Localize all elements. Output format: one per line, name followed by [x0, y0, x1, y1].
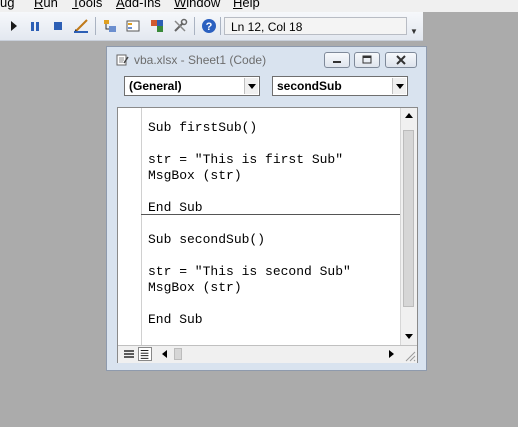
- module-icon: [116, 54, 129, 66]
- menu-bar: ug Run Tools Add-Ins Window Help: [0, 0, 518, 12]
- resize-grip-icon[interactable]: [403, 349, 416, 362]
- margin-indicator-bar[interactable]: [118, 108, 142, 345]
- minimize-icon: [333, 61, 341, 63]
- scroll-left-icon[interactable]: [158, 347, 172, 361]
- code-editor[interactable]: Sub firstSub() str = "This is first Sub"…: [117, 107, 418, 363]
- code-line[interactable]: Sub firstSub(): [148, 120, 257, 135]
- chevron-down-icon[interactable]: [392, 78, 406, 94]
- project-explorer-icon[interactable]: [102, 18, 118, 34]
- maximize-button[interactable]: [354, 52, 380, 68]
- vertical-scroll-thumb[interactable]: [403, 130, 414, 307]
- code-window-title: vba.xlsx - Sheet1 (Code): [134, 53, 267, 67]
- code-window: vba.xlsx - Sheet1 (Code) (General) secon…: [106, 46, 427, 371]
- menu-run-mnemonic: R: [34, 0, 44, 10]
- horizontal-scroll-thumb[interactable]: [174, 348, 182, 360]
- minimize-button[interactable]: [324, 52, 350, 68]
- toolbar-separator: [220, 17, 221, 35]
- close-button[interactable]: [385, 52, 417, 68]
- object-combobox[interactable]: (General): [124, 76, 260, 96]
- toolbar-separator: [194, 17, 195, 35]
- procedure-separator: [141, 214, 402, 215]
- scroll-right-icon[interactable]: [384, 347, 398, 361]
- scroll-down-icon[interactable]: [402, 329, 416, 343]
- close-icon: [396, 55, 406, 65]
- menu-help-mnemonic: H: [233, 0, 243, 10]
- reset-icon[interactable]: [50, 18, 66, 34]
- code-line[interactable]: End Sub: [148, 312, 203, 327]
- scroll-up-icon[interactable]: [402, 109, 416, 123]
- code-line[interactable]: MsgBox (str): [148, 168, 242, 183]
- toolbox-icon[interactable]: [172, 18, 188, 34]
- object-browser-icon[interactable]: [149, 18, 165, 34]
- cursor-position-display: Ln 12, Col 18: [224, 17, 407, 35]
- object-combobox-value: (General): [129, 79, 182, 93]
- design-mode-icon[interactable]: [73, 18, 89, 34]
- svg-text:?: ?: [206, 21, 213, 33]
- run-icon[interactable]: [6, 18, 22, 34]
- procedure-view-icon[interactable]: [122, 347, 136, 361]
- code-line[interactable]: Sub secondSub(): [148, 232, 265, 247]
- procedure-combobox[interactable]: secondSub: [272, 76, 408, 96]
- code-window-titlebar[interactable]: vba.xlsx - Sheet1 (Code): [107, 47, 426, 73]
- menu-tools[interactable]: Tools: [72, 0, 102, 10]
- chevron-down-icon[interactable]: [244, 78, 258, 94]
- break-icon[interactable]: [27, 18, 43, 34]
- code-line[interactable]: End Sub: [148, 200, 203, 215]
- toolbar-separator: [95, 17, 96, 35]
- menu-debug[interactable]: ug: [0, 0, 14, 10]
- code-line[interactable]: str = "This is second Sub": [148, 264, 351, 279]
- restore-icon: [362, 55, 372, 64]
- editor-bottom-bar: [118, 345, 417, 363]
- menu-tools-mnemonic: T: [72, 0, 79, 10]
- menu-add-ins-mnemonic: A: [116, 0, 125, 10]
- vertical-scrollbar[interactable]: [400, 108, 417, 345]
- code-line[interactable]: MsgBox (str): [148, 280, 242, 295]
- procedure-combobox-value: secondSub: [277, 79, 342, 93]
- toolbar-options-icon[interactable]: ▼: [410, 27, 418, 36]
- full-module-view-icon[interactable]: [138, 347, 152, 361]
- menu-window-mnemonic: W: [174, 0, 187, 10]
- help-icon[interactable]: ?: [201, 18, 217, 34]
- properties-window-icon[interactable]: [125, 18, 141, 34]
- menu-help[interactable]: Help: [233, 0, 260, 10]
- menu-run[interactable]: Run: [34, 0, 58, 10]
- menu-window[interactable]: Window: [174, 0, 220, 10]
- code-line[interactable]: str = "This is first Sub": [148, 152, 343, 167]
- menu-add-ins[interactable]: Add-Ins: [116, 0, 161, 10]
- standard-toolbar: ? Ln 12, Col 18 ▼: [0, 12, 423, 41]
